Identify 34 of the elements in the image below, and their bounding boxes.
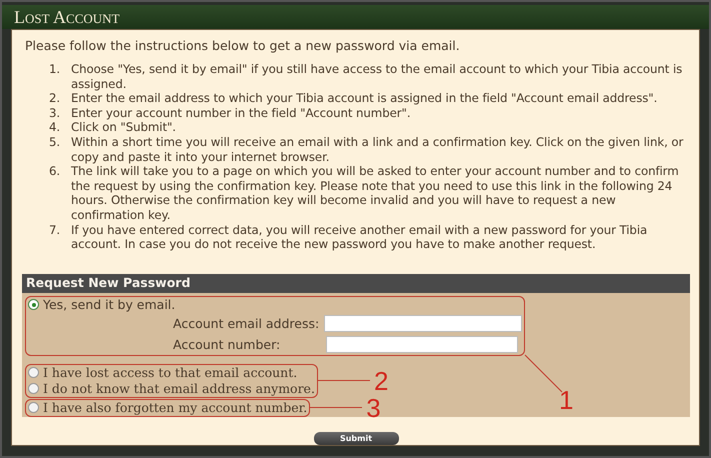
instruction-text: Click on "Submit". — [71, 120, 177, 135]
annotation-number: 1 — [559, 390, 574, 410]
radio-button[interactable] — [28, 402, 39, 414]
step-number: 3. — [49, 106, 62, 120]
radio-button[interactable] — [28, 367, 39, 378]
instruction-text: Choose "Yes, send it by email" if you still have access to the email account to which your Tibia account is assigned. — [71, 62, 684, 92]
field-label: Account number: — [173, 336, 282, 352]
window-title: Lost Account — [14, 6, 120, 28]
leader-line — [524, 354, 562, 392]
instruction-text: The link will take you to a page on which you will be asked to enter your account number and to confirm the request by using the confirmation key. Please note that you need to use this link in the following 24 hours. Otherwise the confirmation key will become invalid and you will have to request a new confirmation key. — [71, 164, 680, 223]
instruction-text: Enter your account number in the field "Account number". — [71, 106, 412, 120]
step-number: 2. — [49, 91, 62, 106]
radio-option[interactable]: I have lost access to that email account. — [28, 364, 315, 381]
radio-button[interactable] — [28, 299, 39, 310]
step-number: 1. — [49, 62, 62, 78]
step-number: 4. — [49, 120, 62, 135]
step-number: 6. — [49, 164, 62, 180]
step-number: 5. — [49, 134, 62, 151]
radio-option[interactable]: Yes, send it by email. — [28, 296, 522, 313]
intro-text: Please follow the instructions below to get a new password via email. — [25, 38, 461, 53]
input-field[interactable] — [324, 314, 522, 332]
radio-button[interactable] — [28, 383, 39, 394]
radio-option[interactable]: I have also forgotten my account number. — [28, 400, 308, 416]
instruction-text: Within a short time you will receive an email with a link and a confirmation key. Click on the given link, or copy and paste it into your internet browser. — [71, 134, 684, 164]
submit-button[interactable]: Submit — [314, 432, 398, 445]
instruction-text: Enter the email address to which your Tibia account is assigned in the field "Account email address". — [71, 91, 658, 106]
radio-option[interactable]: I do not know that email address anymore. — [28, 380, 315, 397]
field-label: Account email address: — [173, 316, 320, 331]
instruction-text: If you have entered correct data, you will receive another email with a new password for your Tibia account. In case you do not receive the new password you have to make another request. — [71, 222, 648, 252]
input-field[interactable] — [326, 336, 518, 353]
annotation-number: 2 — [374, 370, 388, 391]
step-number: 7. — [49, 222, 62, 239]
annotation-number: 3 — [366, 398, 381, 418]
form-header: Request New Password — [22, 274, 690, 293]
